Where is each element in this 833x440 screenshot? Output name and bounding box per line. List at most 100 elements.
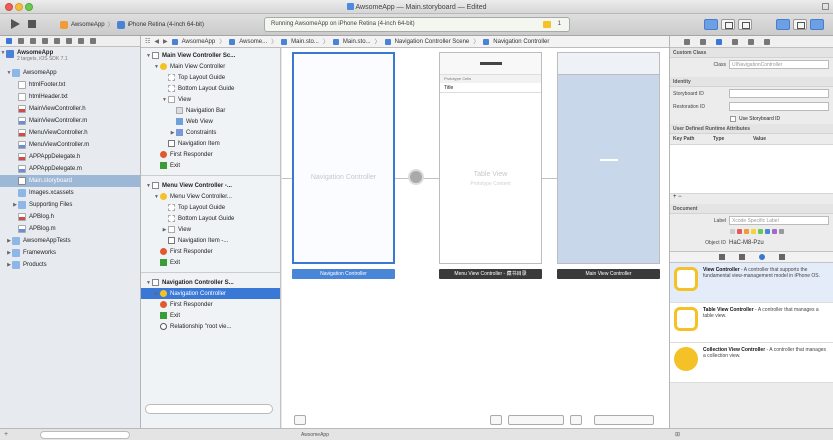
file-inspector-icon[interactable] [684, 39, 690, 45]
connections-inspector-icon[interactable] [764, 39, 770, 45]
breadcrumb-item[interactable]: Main.sto... [343, 39, 371, 45]
version-editor-button[interactable] [738, 19, 752, 30]
file-item-apblog-h[interactable]: APBlog.h [0, 211, 140, 223]
search-icon[interactable] [30, 38, 36, 44]
label-field[interactable]: Xcode Specific Label [729, 216, 829, 225]
file-item-products[interactable]: ▶ Products [0, 259, 140, 271]
file-item-appappdelegate-m[interactable]: APPAppDelegate.m [0, 163, 140, 175]
disclosure-triangle[interactable]: ▶ [169, 130, 176, 136]
outline-item[interactable]: ▶ Constraints [141, 127, 280, 138]
file-item-appappdelegate-h[interactable]: APPAppDelegate.h [0, 151, 140, 163]
breadcrumb-item[interactable]: Main.sto... [291, 39, 319, 45]
disclosure-triangle[interactable]: ▼ [161, 97, 168, 103]
library-item[interactable]: Collection View Controller - A controlle… [670, 343, 833, 383]
use-storyboard-id-checkbox[interactable]: Use Storyboard ID [670, 113, 833, 124]
navigation-controller-scene[interactable]: Navigation Controller [292, 52, 395, 264]
outline-item[interactable]: Bottom Layout Guide [141, 213, 280, 224]
breakpoint-icon[interactable] [78, 38, 84, 44]
outline-item[interactable]: Relationship "root vie... [141, 321, 280, 332]
back-icon[interactable]: ◀ [154, 38, 159, 45]
outline-item[interactable]: Navigation Item [141, 138, 280, 149]
navigator-filter-input[interactable] [40, 431, 130, 439]
swatch-blue[interactable] [765, 229, 770, 234]
file-item-menuviewcontroller-m[interactable]: MenuViewController.m [0, 139, 140, 151]
swatch-gray[interactable] [779, 229, 784, 234]
file-item-awsomeapptests[interactable]: ▶ AwsomeAppTests [0, 235, 140, 247]
library-item[interactable]: Table View Controller - A controller tha… [670, 303, 833, 343]
outline-item[interactable]: Navigation Bar [141, 105, 280, 116]
restoration-id-field[interactable] [729, 102, 829, 111]
scheme-selector[interactable]: AwsomeApp 〉 iPhone Retina (4-inch 64-bit… [60, 19, 204, 30]
disclosure-triangle[interactable]: ▶ [161, 227, 168, 233]
disclosure-triangle[interactable]: ▼ [145, 280, 152, 286]
swatch-none[interactable] [730, 229, 735, 234]
disclosure-triangle[interactable]: ▼ [153, 194, 160, 200]
menu-scene-caption[interactable]: Menu View Controller - 藏书目录 [439, 269, 542, 279]
file-item-awsomeapp[interactable]: ▼ AwsomeApp [0, 67, 140, 79]
outline-item[interactable]: ▼ Main View Controller Sc... [141, 50, 280, 61]
file-item-apblog-m[interactable]: APBlog.m [0, 223, 140, 235]
breadcrumb-item[interactable]: Awsome... [239, 39, 267, 45]
attributes-inspector-icon[interactable] [732, 39, 738, 45]
log-icon[interactable] [90, 38, 96, 44]
outline-item[interactable]: Top Layout Guide [141, 72, 280, 83]
file-item-mainviewcontroller-h[interactable]: MainViewController.h [0, 103, 140, 115]
breadcrumb-item[interactable]: Navigation Controller [493, 39, 549, 45]
project-root-row[interactable]: ▼ AwsomeApp 2 targets, iOS SDK 7.1 [0, 49, 140, 67]
label-color-swatches[interactable] [670, 227, 833, 236]
forward-icon[interactable]: ▶ [163, 38, 168, 45]
toggle-debug-button[interactable] [793, 19, 807, 30]
file-item-menuviewcontroller-h[interactable]: MenuViewController.h [0, 127, 140, 139]
disclosure-triangle[interactable]: ▼ [153, 64, 160, 70]
runtime-attributes-table[interactable] [670, 144, 833, 194]
toggle-utilities-button[interactable] [810, 19, 824, 30]
size-inspector-icon[interactable] [748, 39, 754, 45]
swatch-green[interactable] [758, 229, 763, 234]
outline-item[interactable]: Top Layout Guide [141, 202, 280, 213]
outline-item[interactable]: Navigation Item -... [141, 235, 280, 246]
file-item-images-xcassets[interactable]: Images.xcassets [0, 187, 140, 199]
warning-icon[interactable] [543, 21, 551, 28]
outline-item[interactable]: ▶ View [141, 224, 280, 235]
outline-item[interactable]: Exit [141, 257, 280, 268]
nav-scene-caption[interactable]: Navigation Controller [292, 269, 395, 279]
zoom-controls[interactable] [594, 415, 654, 425]
disclosure-triangle[interactable]: ▼ [145, 183, 152, 189]
main-view-controller-scene[interactable] [557, 52, 660, 264]
swatch-yellow[interactable] [751, 229, 756, 234]
swatch-orange[interactable] [744, 229, 749, 234]
title-cell[interactable]: Title [440, 84, 541, 93]
add-icon[interactable]: + [4, 431, 8, 438]
assistant-editor-button[interactable] [721, 19, 735, 30]
file-item-htmlheader-txt[interactable]: htmlHeader.txt [0, 91, 140, 103]
file-item-frameworks[interactable]: ▶ Frameworks [0, 247, 140, 259]
outline-item[interactable]: Exit [141, 310, 280, 321]
outline-item[interactable]: ▼ Main View Controller [141, 61, 280, 72]
debug-icon[interactable] [66, 38, 72, 44]
outline-filter-input[interactable] [145, 404, 273, 414]
outline-item[interactable]: Bottom Layout Guide [141, 83, 280, 94]
breadcrumb-item[interactable]: Navigation Controller Scene [395, 39, 470, 45]
test-icon[interactable] [54, 38, 60, 44]
outline-item[interactable]: ▼ Menu View Controller... [141, 191, 280, 202]
outline-item[interactable]: Web View [141, 116, 280, 127]
outline-item[interactable]: ▼ View [141, 94, 280, 105]
swatch-purple[interactable] [772, 229, 777, 234]
library-item[interactable]: View Controller - A controller that supp… [670, 263, 833, 303]
stop-button[interactable] [28, 20, 36, 28]
outline-item[interactable]: ▶ Navigation Controller [141, 288, 280, 299]
toggle-navigator-button[interactable] [776, 19, 790, 30]
resolve-icon[interactable] [570, 415, 582, 425]
folder-icon[interactable] [6, 38, 12, 44]
symbol-icon[interactable] [18, 38, 24, 44]
outline-item[interactable]: Exit [141, 160, 280, 171]
related-items-icon[interactable]: ☷ [145, 38, 150, 45]
relationship-segue-icon[interactable] [408, 169, 424, 185]
main-scene-caption[interactable]: Main View Controller [557, 269, 660, 279]
outline-item[interactable]: First Responder [141, 149, 280, 160]
grid-icon[interactable]: ⊞ [675, 431, 680, 438]
file-item-supporting-files[interactable]: ▶ Supporting Files [0, 199, 140, 211]
quick-help-icon[interactable] [700, 39, 706, 45]
outline-item[interactable]: First Responder [141, 246, 280, 257]
identity-inspector-icon[interactable] [716, 39, 722, 45]
